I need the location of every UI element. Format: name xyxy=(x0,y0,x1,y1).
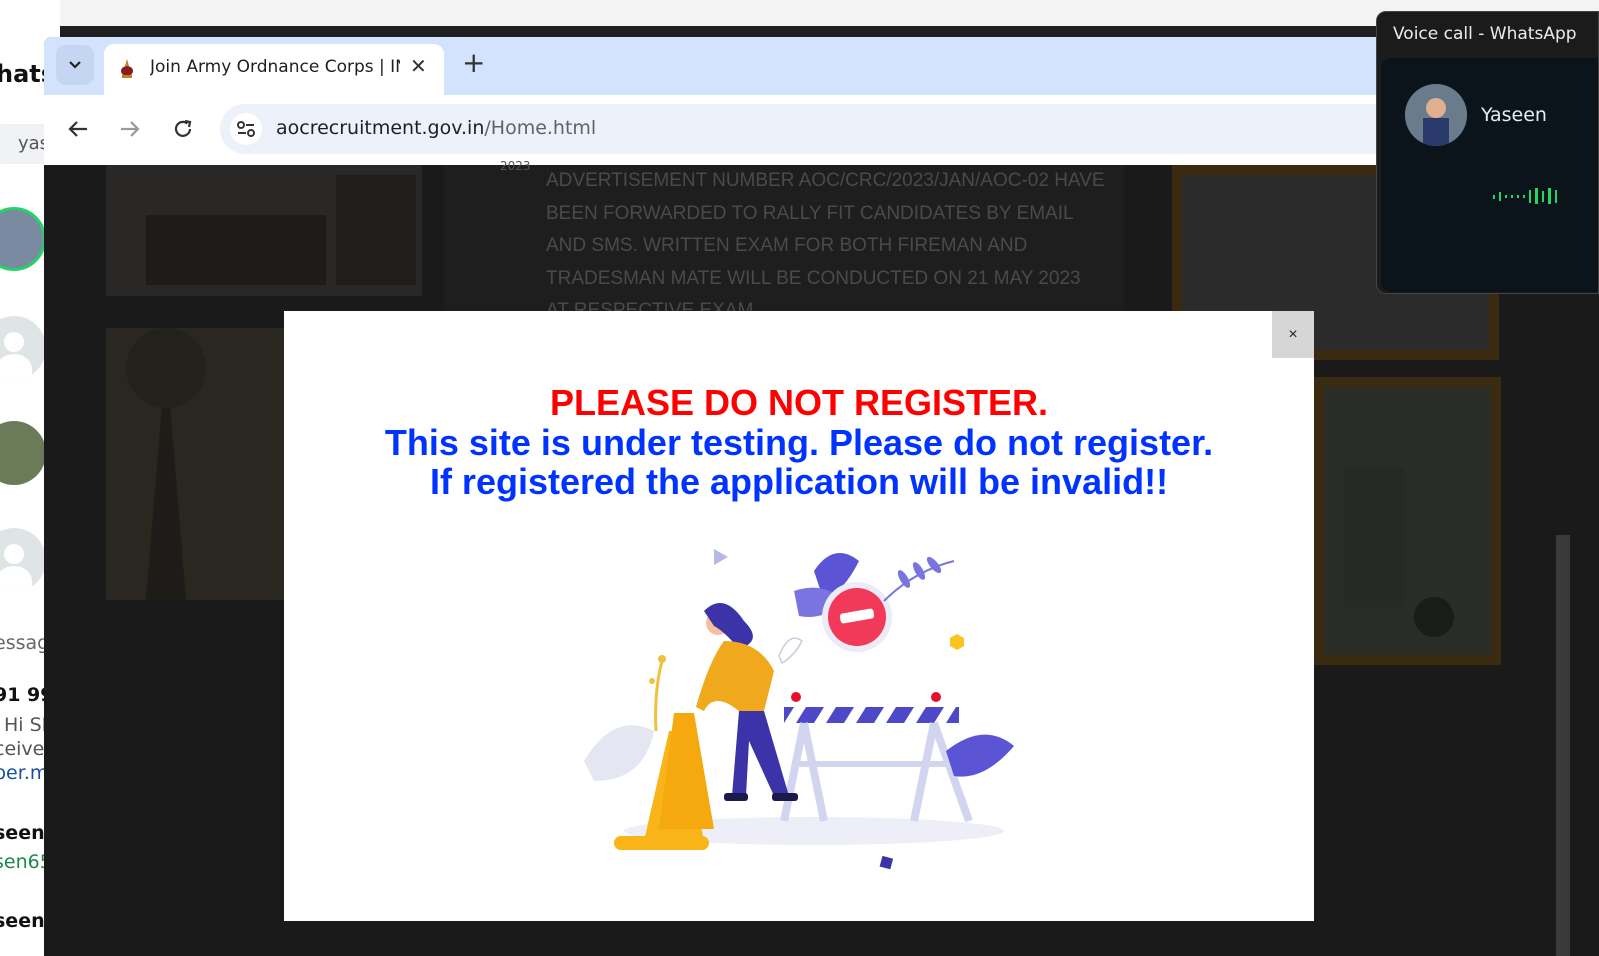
modal-heading: PLEASE DO NOT REGISTER. xyxy=(549,382,1049,423)
list-fragment: per.m xyxy=(0,762,49,784)
contact-avatar[interactable] xyxy=(0,421,46,485)
modal-message-line: This site is under testing. Please do no… xyxy=(384,422,1214,463)
caller-name: Yaseen xyxy=(1481,104,1547,126)
url-text: aocrecruitment.gov.in/Home.html xyxy=(276,117,596,139)
site-info-icon[interactable] xyxy=(230,113,262,145)
tab-search-icon[interactable] xyxy=(56,45,94,85)
news-ticker: 2023 ADVERTISEMENT NUMBER AOC/CRC/2023/J… xyxy=(444,159,1124,325)
new-tab-icon[interactable]: + xyxy=(462,49,485,77)
forward-icon[interactable] xyxy=(112,111,148,147)
voice-call-panel: Yaseen xyxy=(1381,58,1598,292)
list-fragment: seen xyxy=(0,822,45,844)
active-tab[interactable]: Join Army Ordnance Corps | INDIAN ARMY ✕ xyxy=(104,44,444,95)
gallery-photo[interactable] xyxy=(1314,377,1501,665)
background-window-titlebar: op xyxy=(0,0,1599,26)
url-path: /Home.html xyxy=(484,117,597,139)
contact-avatar[interactable] xyxy=(0,207,46,271)
tab-strip: Join Army Ordnance Corps | INDIAN ARMY ✕… xyxy=(44,37,1599,95)
modal-close-icon[interactable]: × xyxy=(1272,311,1314,358)
audio-level-icon xyxy=(1493,188,1557,204)
news-text: ADVERTISEMENT NUMBER AOC/CRC/2023/JAN/AO… xyxy=(546,170,1105,321)
gallery-photo[interactable] xyxy=(106,165,422,296)
warning-modal: × PLEASE DO NOT REGISTER. This site is u… xyxy=(284,311,1314,921)
browser-toolbar: aocrecruitment.gov.in/Home.html xyxy=(44,95,1599,165)
url-domain: aocrecruitment.gov.in xyxy=(276,117,485,139)
caller-avatar xyxy=(1405,84,1467,146)
army-favicon-icon xyxy=(118,58,136,80)
reload-icon[interactable] xyxy=(165,111,201,147)
contact-avatar-default[interactable] xyxy=(0,316,46,380)
contact-avatar-default[interactable] xyxy=(0,528,46,592)
list-fragment: essag xyxy=(0,632,50,654)
voice-call-title: Voice call - WhatsApp xyxy=(1393,24,1577,44)
news-date: 2023 xyxy=(500,159,531,173)
page-scrollbar[interactable] xyxy=(1556,535,1570,956)
back-icon[interactable] xyxy=(60,111,96,147)
voice-call-window[interactable]: Voice call - WhatsApp Yaseen xyxy=(1376,11,1599,294)
list-fragment: seen xyxy=(0,910,45,932)
modal-message-line: If registered the application will be in… xyxy=(429,461,1169,502)
under-construction-illustration xyxy=(584,549,1014,870)
close-tab-icon[interactable]: ✕ xyxy=(410,54,427,78)
tab-title: Join Army Ordnance Corps | INDIAN ARMY xyxy=(150,57,400,77)
list-fragment: Hi SI xyxy=(4,714,48,736)
